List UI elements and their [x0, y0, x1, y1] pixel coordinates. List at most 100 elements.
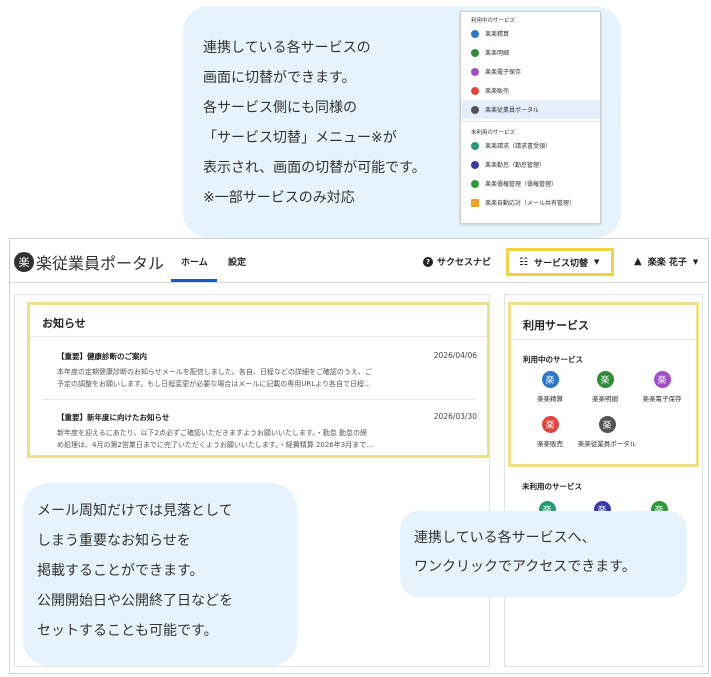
service-icon: [471, 198, 479, 207]
service-tile-denshi-hozon[interactable]: 楽 楽楽電子保存: [632, 371, 692, 404]
news-item-title: 【重要】新年度に向けたお知らせ: [57, 413, 170, 422]
callout-line: 連携している各サービスへ、: [414, 530, 596, 546]
service-icon: [471, 67, 479, 76]
service-icon: [471, 160, 479, 169]
success-navi-label: サクセスナビ: [437, 258, 492, 268]
tab-home[interactable]: ホーム: [181, 255, 208, 268]
news-body-line: 新年度を迎えるにあたり、以下2点必ずご確認いただきますようお願いいたします。・勤…: [57, 429, 367, 437]
menu-item-rakuraku-meisai[interactable]: 楽楽明細: [461, 43, 600, 62]
news-item-date: 2026/03/30: [433, 412, 477, 421]
service-icon: 楽: [598, 416, 616, 433]
callout-line: 掲載することができます。: [37, 563, 204, 579]
menu-item-rakuraku-kintai[interactable]: 楽楽勤怠（勤怠管理）: [461, 155, 600, 174]
inactive-services-header: 未利用のサービス: [522, 482, 582, 491]
callout-line: ワンクリックでアクセスできます。: [414, 559, 636, 575]
callout-line: 公開開始日や公開終了日などを: [37, 593, 233, 609]
service-icon: 楽: [653, 371, 671, 388]
service-tile-hanbai[interactable]: 楽 楽楽販売: [520, 416, 580, 449]
chevron-down-icon: ▼: [692, 257, 699, 266]
menu-item-rakuraku-hanbai[interactable]: 楽楽販売: [461, 81, 600, 100]
service-switch-label: サービス切替: [533, 258, 588, 269]
divider: [30, 336, 487, 337]
news-item[interactable]: 【重要】新年度に向けたお知らせ 2026/03/30 新年度を迎えるにあたり、以…: [57, 412, 477, 451]
callout-line: 各サービス側にも同様の: [203, 100, 357, 116]
news-item-date: 2026/04/06: [433, 351, 477, 360]
news-panel: お知らせ 【重要】健康診断のご案内 2026/04/06 本年度の定期健康診断の…: [27, 302, 490, 458]
callout-line: セットすることも可能です。: [37, 623, 218, 639]
menu-item-label: 楽楽電子保存: [485, 69, 522, 76]
service-icon: [471, 86, 479, 95]
divider: [511, 339, 696, 340]
menu-item-label: 楽楽明細: [485, 50, 510, 57]
service-label: 楽楽明細: [592, 395, 618, 403]
help-icon: ?: [423, 256, 433, 267]
service-icon: [471, 179, 479, 188]
menu-item-label: 楽楽請求（請求書受領）: [485, 143, 552, 150]
callout-line: しまう重要なお知らせを: [37, 533, 191, 549]
menu-item-label: 楽楽従業員ポータル: [485, 107, 540, 114]
callout-text: 連携している各サービスへ、 ワンクリックでアクセスできます。: [414, 524, 636, 582]
callout-line: ※一部サービスのみ対応: [203, 190, 355, 206]
service-tile-employee-portal[interactable]: 楽 楽楽従業員ポータル: [575, 416, 639, 449]
user-menu[interactable]: ▲ 楽楽 花子 ▼: [634, 255, 698, 268]
callout-text: 連携している各サービスの 画面に切替ができます。 各サービス側にも同様の 「サー…: [203, 33, 426, 213]
service-icon: [471, 141, 479, 150]
callout-news: メール周知だけでは見落として しまう重要なお知らせを 掲載することができます。 …: [23, 483, 297, 666]
service-switch-menu: 利用中のサービス 楽楽精算 楽楽明細 楽楽電子保存 楽楽販売 楽楽従業員ポータル…: [460, 11, 601, 224]
menu-item-rakuraku-jidou-outai[interactable]: 楽楽自動応対（メール共有管理）: [461, 193, 600, 212]
news-item-body: 本年度の定期健康診断のお知らせメールを配信しました。各自、日程などの詳細をご確認…: [57, 366, 487, 390]
news-title: お知らせ: [42, 317, 86, 330]
top-bar: 楽 楽従業員ポータル ホーム 設定 ? サクセスナビ ☷ サービス切替 ▼ ▲ …: [10, 239, 708, 283]
services-panel: 利用サービス 利用中のサービス 楽 楽楽精算 楽 楽楽明細 楽 楽楽電子保存 楽…: [508, 302, 699, 467]
callout-line: 「サービス切替」メニュー※が: [203, 130, 397, 146]
service-icon: 楽: [541, 371, 559, 388]
callout-line: 連携している各サービスの: [203, 40, 371, 56]
menu-item-label: 楽楽勤怠（勤怠管理）: [485, 162, 546, 169]
news-body-line: 本年度の定期健康診断のお知らせメールを配信しました。各自、日程などの詳細をご確認…: [57, 368, 372, 376]
app-title: 楽従業員ポータル: [36, 254, 165, 273]
menu-item-rakuraku-seisan[interactable]: 楽楽精算: [461, 24, 600, 43]
menu-item-rakuraku-seikyu[interactable]: 楽楽請求（請求書受領）: [461, 136, 600, 155]
menu-item-employee-portal[interactable]: 楽楽従業員ポータル: [461, 100, 600, 119]
news-item-body: 新年度を迎えるにあたり、以下2点必ずご確認いただきますようお願いいたします。・勤…: [57, 427, 487, 451]
active-tab-indicator: [171, 279, 217, 282]
news-body-line: 予定の調整をお願いします。もし日程変更が必要な場合はメールに記載の専用URLより…: [57, 380, 372, 388]
menu-item-rakuraku-denshi-hozon[interactable]: 楽楽電子保存: [461, 62, 600, 81]
service-label: 楽楽従業員ポータル: [577, 440, 637, 448]
menu-header-inactive: 未利用のサービス: [471, 130, 516, 136]
callout-line: 画面に切替ができます。: [203, 70, 356, 86]
service-icon: 楽: [596, 371, 614, 388]
menu-divider: [461, 121, 600, 122]
news-body-line: め処理は、4月の第2営業日までに完了いただくようお願いいたします。・経費精算 2…: [57, 441, 374, 449]
menu-item-label: 楽楽販売: [485, 88, 510, 95]
service-label: 楽楽電子保存: [642, 395, 682, 403]
service-icon: [471, 48, 479, 57]
app-logo[interactable]: 楽 楽従業員ポータル: [14, 250, 164, 274]
service-label: 楽楽販売: [537, 440, 563, 448]
divider: [42, 399, 475, 400]
service-label: 楽楽精算: [537, 395, 563, 403]
menu-item-label: 楽楽精算: [485, 31, 510, 38]
grid-icon: ☷: [519, 256, 528, 268]
news-item[interactable]: 【重要】健康診断のご案内 2026/04/06 本年度の定期健康診断のお知らせメ…: [57, 351, 477, 390]
callout-line: メール周知だけでは見落として: [37, 503, 233, 519]
service-tile-seisan[interactable]: 楽 楽楽精算: [520, 371, 580, 404]
logo-mark-icon: 楽: [14, 252, 34, 272]
news-item-title: 【重要】健康診断のご案内: [57, 352, 147, 361]
tab-settings[interactable]: 設定: [228, 255, 246, 268]
callout-line: 表示され、画面の切替が可能です。: [203, 160, 426, 176]
menu-item-rakuraku-saiken[interactable]: 楽楽債権管理（債権管理）: [461, 174, 600, 193]
chevron-down-icon: ▼: [593, 258, 600, 266]
user-name: 楽楽 花子: [647, 258, 687, 268]
callout-text: メール周知だけでは見落として しまう重要なお知らせを 掲載することができます。 …: [37, 496, 233, 646]
menu-header-active: 利用中のサービス: [471, 18, 516, 24]
success-navi-link[interactable]: ? サクセスナビ: [423, 255, 491, 268]
user-icon: ▲: [634, 256, 642, 267]
menu-item-label: 楽楽自動応対（メール共有管理）: [485, 200, 576, 207]
service-icon: [471, 29, 479, 38]
service-switch-button[interactable]: ☷ サービス切替 ▼: [506, 248, 614, 276]
service-tile-meisai[interactable]: 楽 楽楽明細: [575, 371, 635, 404]
active-services-header: 利用中のサービス: [523, 355, 583, 364]
callout-services: 連携している各サービスへ、 ワンクリックでアクセスできます。: [400, 511, 687, 597]
service-icon: [471, 105, 479, 114]
